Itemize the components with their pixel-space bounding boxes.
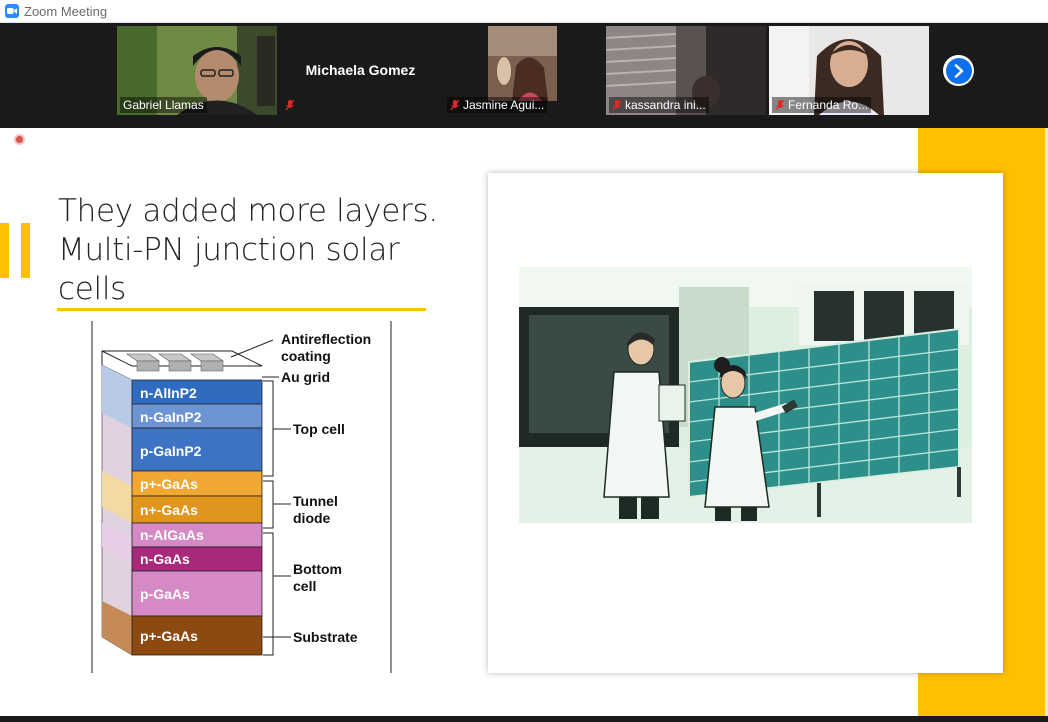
layer-label: n-AlGaAs	[140, 527, 204, 543]
participant-tile-gabriel[interactable]: Gabriel Llamas	[117, 26, 277, 115]
callout-label: Au grid	[281, 369, 330, 385]
participant-name: Fernanda Ro...	[772, 97, 872, 113]
participant-name: Jasmine Agui...	[447, 97, 548, 113]
muted-microphone-icon	[612, 99, 622, 111]
next-page-button[interactable]	[943, 55, 974, 86]
zoom-logo-icon	[5, 4, 19, 18]
layer-label: n-AlInP2	[140, 385, 197, 401]
participant-name: Gabriel Llamas	[120, 97, 207, 113]
callout-label: Tunnel	[293, 493, 338, 509]
layer-label: n+-GaAs	[140, 502, 198, 518]
callout-label: Bottom	[293, 561, 342, 577]
participant-tile-michaela[interactable]: Michaela Gomez	[279, 26, 442, 115]
scientists-solar-panel-illustration	[519, 267, 972, 523]
slide-accent-bar-left	[0, 223, 9, 278]
slide-title-line-1: They added more layers.	[58, 193, 438, 229]
shared-screen: They added more layers. Multi-PN junctio…	[0, 128, 1048, 716]
callout-label: Antireflection	[281, 331, 371, 347]
slide-title-line-3: cells	[58, 271, 126, 307]
bottom-bar	[0, 716, 1048, 722]
layer-label: p+-GaAs	[140, 628, 198, 644]
layer-label: n-GaAs	[140, 551, 190, 567]
participant-tile-fernanda[interactable]: Fernanda Ro...	[769, 26, 929, 115]
title-underline	[57, 308, 426, 311]
solar-cell-layer-diagram: n-AlInP2 n-GaInP2 p-GaInP2 p+-GaAs n+-Ga…	[91, 321, 392, 673]
callout-label: coating	[281, 348, 331, 364]
muted-microphone-icon	[450, 99, 460, 111]
layer-label: n-GaInP2	[140, 409, 202, 425]
participant-name-large: Michaela Gomez	[305, 62, 416, 78]
slide-title: They added more layers. Multi-PN junctio…	[58, 192, 438, 309]
participant-gallery: Gabriel Llamas Michaela Gomez Jasmine Ag…	[0, 23, 1048, 128]
title-bar: Zoom Meeting	[0, 0, 1048, 23]
layer-label: p-GaAs	[140, 586, 190, 602]
image-card	[488, 173, 1003, 673]
muted-microphone-icon	[775, 99, 785, 111]
callout-label: Top cell	[293, 421, 345, 437]
participant-status	[282, 97, 301, 113]
layer-label: p+-GaAs	[140, 476, 198, 492]
recording-indicator	[14, 134, 25, 145]
callout-label: cell	[293, 578, 316, 594]
participant-tile-kassandra[interactable]: kassandra ini...	[606, 26, 766, 115]
layer-label: p-GaInP2	[140, 443, 202, 459]
chevron-right-icon	[954, 63, 963, 78]
participant-name: kassandra ini...	[609, 97, 709, 113]
window-title: Zoom Meeting	[24, 3, 108, 19]
slide-accent-bar-left-2	[21, 223, 30, 278]
callout-label: diode	[293, 510, 331, 526]
muted-microphone-icon	[285, 99, 295, 111]
participant-tile-jasmine[interactable]: Jasmine Agui...	[444, 26, 557, 115]
slide-title-line-2: Multi-PN junction solar	[58, 232, 400, 268]
callout-label: Substrate	[293, 629, 358, 645]
